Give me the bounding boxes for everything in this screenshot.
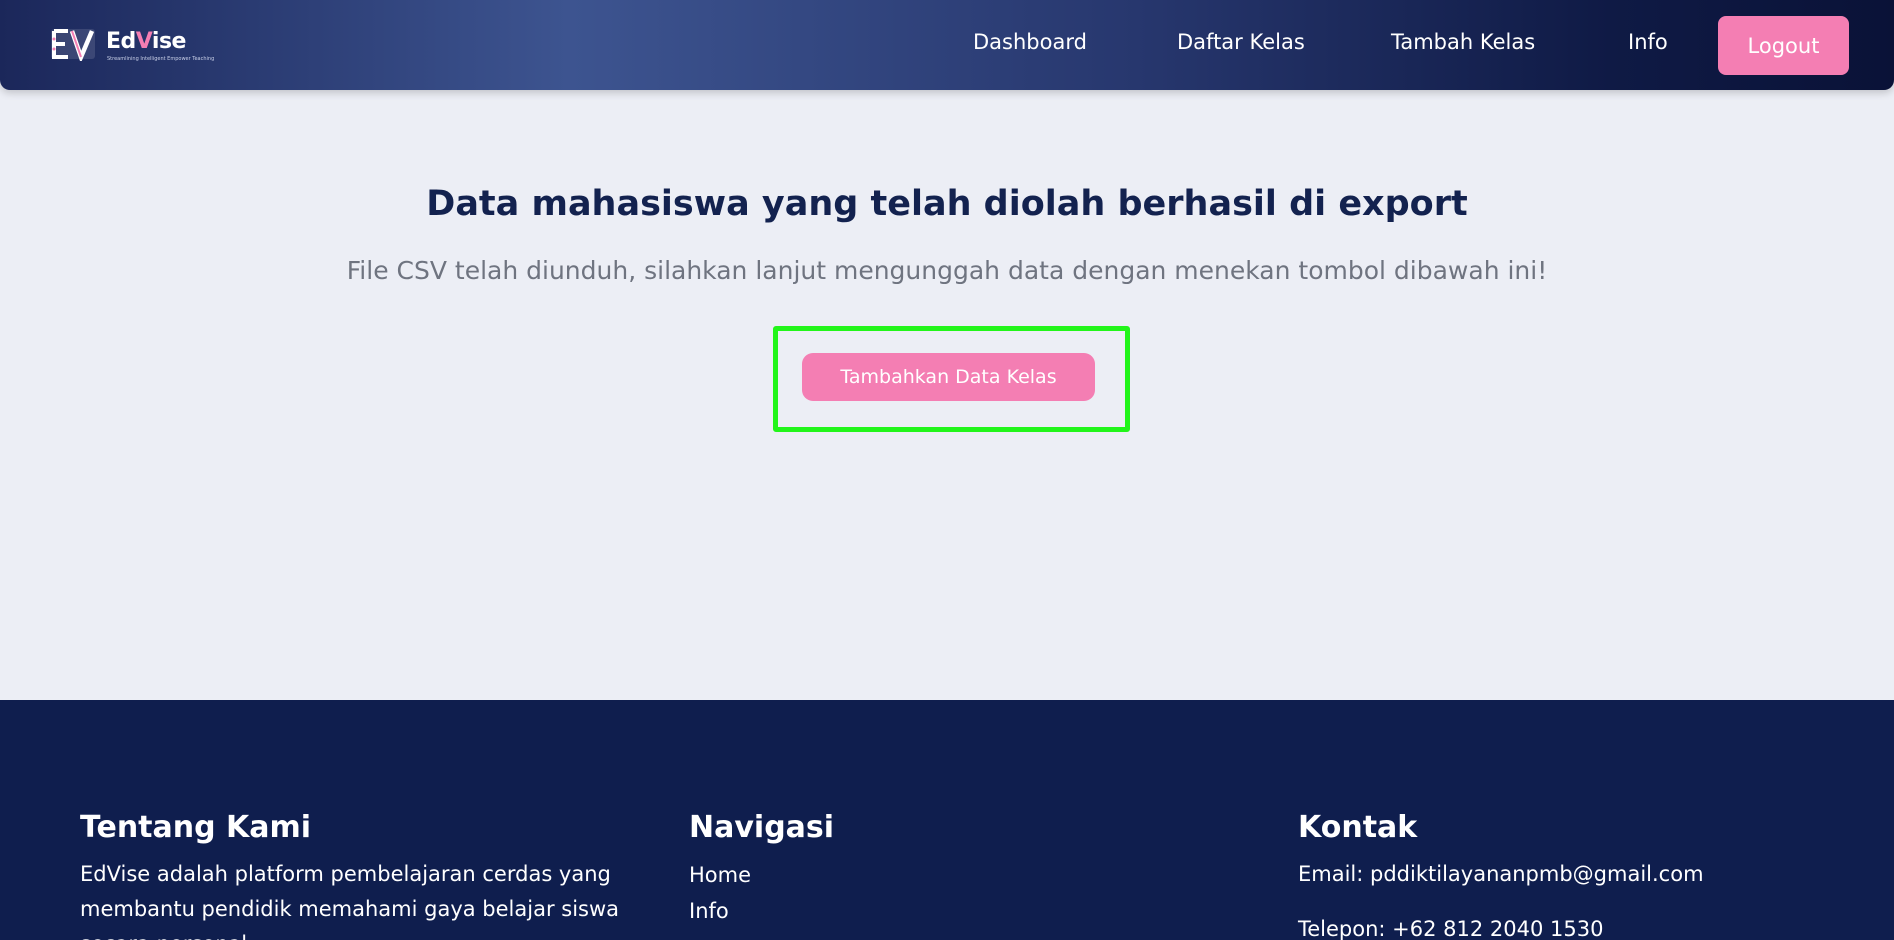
footer-about: Tentang Kami EdVise adalah platform pemb…	[80, 810, 640, 940]
footer-contact: Kontak Email: pddiktilayananpmb@gmail.co…	[1298, 810, 1818, 940]
footer-navigation: Navigasi Home Info	[689, 810, 1089, 929]
page-title: Data mahasiswa yang telah diolah berhasi…	[426, 184, 1468, 224]
nav-dashboard[interactable]: Dashboard	[973, 30, 1087, 54]
navbar: EdVise Streamlining Intelligent Empower …	[0, 0, 1894, 90]
footer-link-home[interactable]: Home	[689, 857, 1089, 893]
nav-tambah-kelas[interactable]: Tambah Kelas	[1391, 30, 1535, 54]
add-class-data-button[interactable]: Tambahkan Data Kelas	[802, 353, 1095, 401]
nav-info[interactable]: Info	[1628, 30, 1668, 54]
footer-contact-email: Email: pddiktilayananpmb@gmail.com	[1298, 862, 1704, 886]
footer-contact-phone: Telepon: +62 812 2040 1530	[1298, 917, 1604, 940]
footer-contact-heading: Kontak	[1298, 810, 1418, 845]
logout-button[interactable]: Logout	[1718, 16, 1849, 75]
footer-about-heading: Tentang Kami	[80, 810, 312, 845]
page-subtitle: File CSV telah diunduh, silahkan lanjut …	[346, 256, 1548, 285]
edvise-logo-mark-icon	[51, 29, 95, 61]
footer-about-text: EdVise adalah platform pembelajaran cerd…	[80, 862, 620, 940]
logo-tagline: Streamlining Intelligent Empower Teachin…	[107, 56, 215, 62]
footer-link-info[interactable]: Info	[689, 893, 1089, 929]
footer: Tentang Kami EdVise adalah platform pemb…	[0, 700, 1894, 940]
logo-wordmark: EdVise	[106, 29, 186, 54]
nav-daftar-kelas[interactable]: Daftar Kelas	[1177, 30, 1305, 54]
footer-nav-heading: Navigasi	[689, 810, 835, 845]
edvise-logo[interactable]: EdVise Streamlining Intelligent Empower …	[50, 24, 214, 68]
